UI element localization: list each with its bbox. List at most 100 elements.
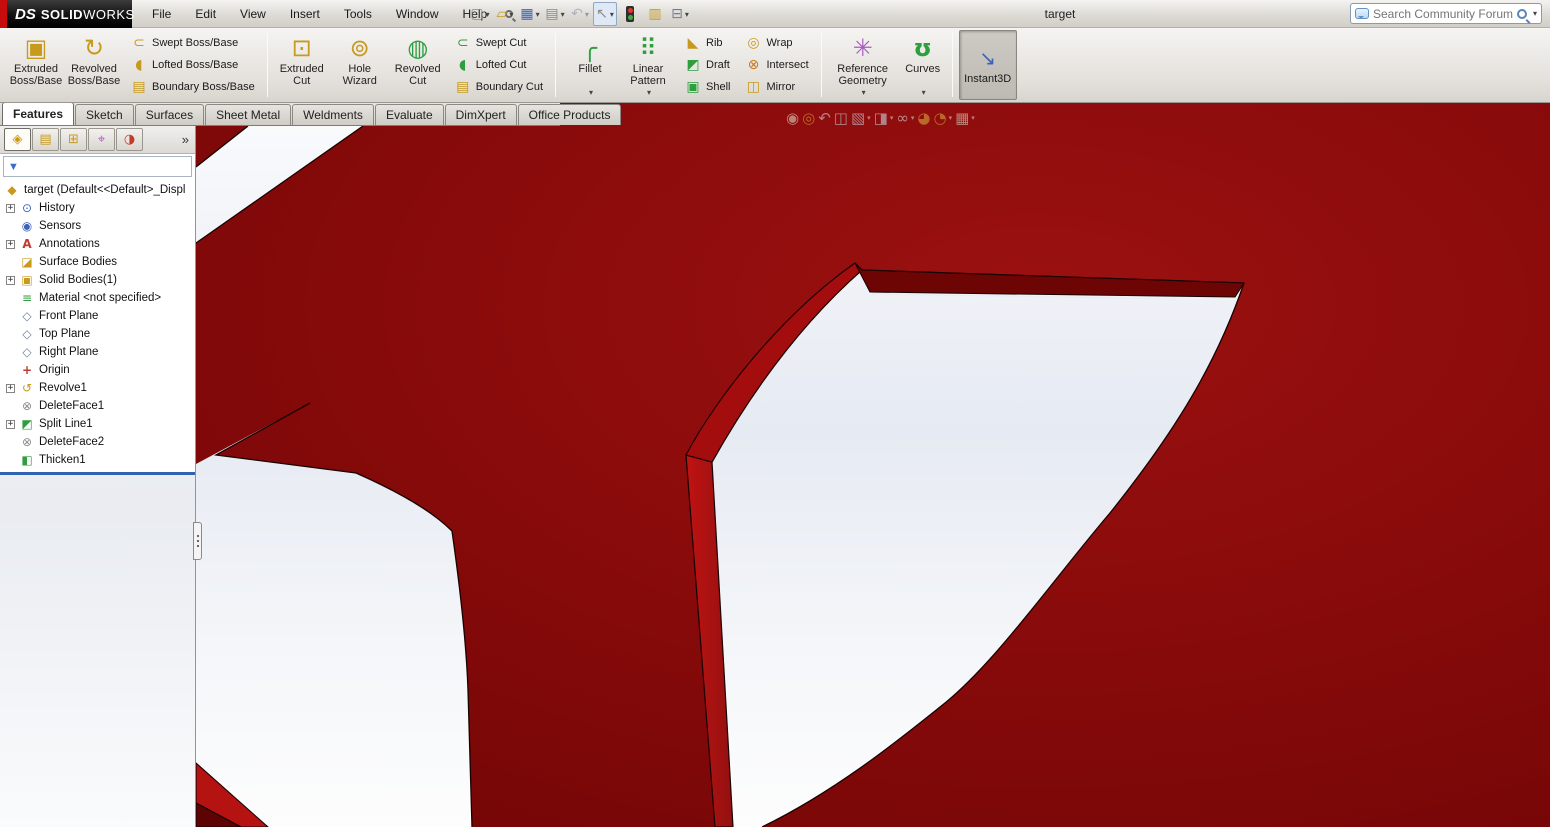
lofted-boss-base-button[interactable]: ◖ Lofted Boss/Base xyxy=(125,55,260,76)
tab-sheet-metal[interactable]: Sheet Metal xyxy=(205,104,291,125)
menu-window[interactable]: Window xyxy=(384,0,451,28)
menu-file[interactable]: File xyxy=(140,0,183,28)
fillet-button[interactable]: ╭ Fillet ▾ xyxy=(561,30,619,100)
zoom-to-area-button[interactable]: ◎ xyxy=(802,111,815,126)
dropdown-caret[interactable]: ▾ xyxy=(949,114,953,122)
dropdown-caret[interactable]: ▾ xyxy=(561,10,565,19)
search-dropdown-caret[interactable]: ▾ xyxy=(1533,9,1537,18)
displaymanager-tab[interactable]: ◑ xyxy=(116,128,143,151)
extruded-cut-button[interactable]: ⊡ Extruded Cut xyxy=(273,30,331,100)
dimxpertmanager-tab[interactable]: ⌖ xyxy=(88,128,115,151)
file-properties-button[interactable]: ▥ xyxy=(643,2,667,26)
configurationmanager-tab[interactable]: ⊞ xyxy=(60,128,87,151)
reference-geometry-button[interactable]: ✳ Reference Geometry ▾ xyxy=(827,30,899,100)
revolved-boss-base-button[interactable]: ↻ Revolved Boss/Base xyxy=(65,30,123,100)
featuremanager-tab[interactable]: ◈ xyxy=(4,128,31,151)
section-view-button[interactable]: ◫ xyxy=(834,111,848,126)
performance-button[interactable] xyxy=(618,2,642,26)
undo-button[interactable]: ↶▾ xyxy=(568,2,592,26)
view-orientation-button[interactable]: ▧▾ xyxy=(851,111,871,126)
dropdown-caret[interactable]: ▾ xyxy=(536,10,540,19)
swept-boss-base-button[interactable]: ⊂ Swept Boss/Base xyxy=(125,33,260,54)
tree-item-front-plane[interactable]: ◇ Front Plane xyxy=(0,307,195,325)
intersect-button[interactable]: ⊗ Intersect xyxy=(739,55,813,76)
search-icon[interactable] xyxy=(1517,9,1527,19)
dropdown-caret[interactable]: ▾ xyxy=(486,10,490,19)
mirror-button[interactable]: ◫ Mirror xyxy=(739,77,813,98)
dropdown-caret[interactable]: ▾ xyxy=(509,10,513,19)
apply-scene-button[interactable]: ◔▾ xyxy=(933,111,952,126)
menu-insert[interactable]: Insert xyxy=(278,0,332,28)
tree-item-sensors[interactable]: ◉ Sensors xyxy=(0,217,195,235)
tree-item-top-plane[interactable]: ◇ Top Plane xyxy=(0,325,195,343)
dropdown-caret[interactable]: ▾ xyxy=(867,114,871,122)
tree-item-revolve1[interactable]: + ↺ Revolve1 xyxy=(0,379,195,397)
shell-button[interactable]: ▣ Shell xyxy=(679,77,735,98)
tree-item-annotations[interactable]: + A Annotations xyxy=(0,235,195,253)
tab-surfaces[interactable]: Surfaces xyxy=(135,104,204,125)
tree-filter-bar[interactable]: ▼ xyxy=(3,156,192,177)
expand-toggle[interactable]: + xyxy=(6,204,15,213)
tree-item-split-line1[interactable]: + ◩ Split Line1 xyxy=(0,415,195,433)
view-settings-button[interactable]: ▦▾ xyxy=(955,111,975,126)
rib-button[interactable]: ◣ Rib xyxy=(679,33,735,54)
dropdown-caret[interactable]: ▾ xyxy=(610,10,614,19)
tab-dimxpert[interactable]: DimXpert xyxy=(445,104,517,125)
boundary-cut-button[interactable]: ▤ Boundary Cut xyxy=(449,77,548,98)
panel-expand-chevron[interactable]: » xyxy=(178,132,193,147)
tab-weldments[interactable]: Weldments xyxy=(292,104,374,125)
propertymanager-tab[interactable]: ▤ xyxy=(32,128,59,151)
expand-toggle[interactable]: + xyxy=(6,420,15,429)
tree-item-thicken1[interactable]: ◧ Thicken1 xyxy=(0,451,195,469)
tree-item-material[interactable]: ≡ Material <not specified> xyxy=(0,289,195,307)
wrap-button[interactable]: ◎ Wrap xyxy=(739,33,813,54)
select-button[interactable]: ↖▾ xyxy=(593,2,617,26)
save-button[interactable]: ▦▾ xyxy=(518,2,542,26)
tree-item-origin[interactable]: + Origin xyxy=(0,361,195,379)
tree-item-history[interactable]: + ⊙ History xyxy=(0,199,195,217)
tree-item-right-plane[interactable]: ◇ Right Plane xyxy=(0,343,195,361)
search-input[interactable] xyxy=(1373,7,1513,21)
dropdown-caret[interactable]: ▾ xyxy=(911,114,915,122)
expand-toggle[interactable]: + xyxy=(6,240,15,249)
print-button[interactable]: ▤▾ xyxy=(543,2,567,26)
panel-splitter-handle[interactable] xyxy=(193,522,202,560)
revolved-cut-button[interactable]: ◍ Revolved Cut xyxy=(389,30,447,100)
dropdown-caret[interactable]: ▾ xyxy=(647,88,651,97)
tree-item-deleteface1[interactable]: ⊗ DeleteFace1 xyxy=(0,397,195,415)
tab-office-products[interactable]: Office Products xyxy=(518,104,622,125)
options-button[interactable]: ⊟▾ xyxy=(668,2,692,26)
tree-item-surface-bodies[interactable]: ◪ Surface Bodies xyxy=(0,253,195,271)
menu-edit[interactable]: Edit xyxy=(183,0,228,28)
lofted-cut-button[interactable]: ◖ Lofted Cut xyxy=(449,55,548,76)
menu-view[interactable]: View xyxy=(228,0,278,28)
display-style-button[interactable]: ◨▾ xyxy=(874,111,894,126)
edit-appearance-button[interactable]: ◕ xyxy=(917,111,930,126)
dropdown-caret[interactable]: ▾ xyxy=(971,114,975,122)
menu-tools[interactable]: Tools xyxy=(332,0,384,28)
linear-pattern-button[interactable]: ⠿ Linear Pattern ▾ xyxy=(619,30,677,100)
tab-sketch[interactable]: Sketch xyxy=(75,104,134,125)
extruded-boss-base-button[interactable]: ▣ Extruded Boss/Base xyxy=(7,30,65,100)
instant3d-toggle[interactable]: ↘ Instant3D xyxy=(959,30,1017,100)
expand-toggle[interactable]: + xyxy=(6,384,15,393)
dropdown-caret[interactable]: ▾ xyxy=(862,88,866,97)
new-document-button[interactable]: ▢▾ xyxy=(468,2,492,26)
dropdown-caret[interactable]: ▾ xyxy=(685,10,689,19)
boundary-boss-base-button[interactable]: ▤ Boundary Boss/Base xyxy=(125,77,260,98)
dropdown-caret[interactable]: ▾ xyxy=(922,88,926,97)
hole-wizard-button[interactable]: ⊚ Hole Wizard xyxy=(331,30,389,100)
swept-cut-button[interactable]: ⊂ Swept Cut xyxy=(449,33,548,54)
draft-button[interactable]: ◩ Draft xyxy=(679,55,735,76)
dropdown-caret[interactable]: ▾ xyxy=(589,88,593,97)
dropdown-caret[interactable]: ▾ xyxy=(890,114,894,122)
expand-toggle[interactable]: + xyxy=(6,276,15,285)
tree-item-target[interactable]: ◆ target (Default<<Default>_Displ xyxy=(0,181,195,199)
previous-view-button[interactable]: ↶ xyxy=(818,111,831,126)
tree-item-solid-bodies[interactable]: + ▣ Solid Bodies(1) xyxy=(0,271,195,289)
zoom-fit-button[interactable]: ◉ xyxy=(786,111,799,126)
open-button[interactable]: ▱▾ xyxy=(493,2,517,26)
tab-features[interactable]: Features xyxy=(2,102,74,125)
tab-evaluate[interactable]: Evaluate xyxy=(375,104,444,125)
model-canvas[interactable] xyxy=(196,103,1550,827)
